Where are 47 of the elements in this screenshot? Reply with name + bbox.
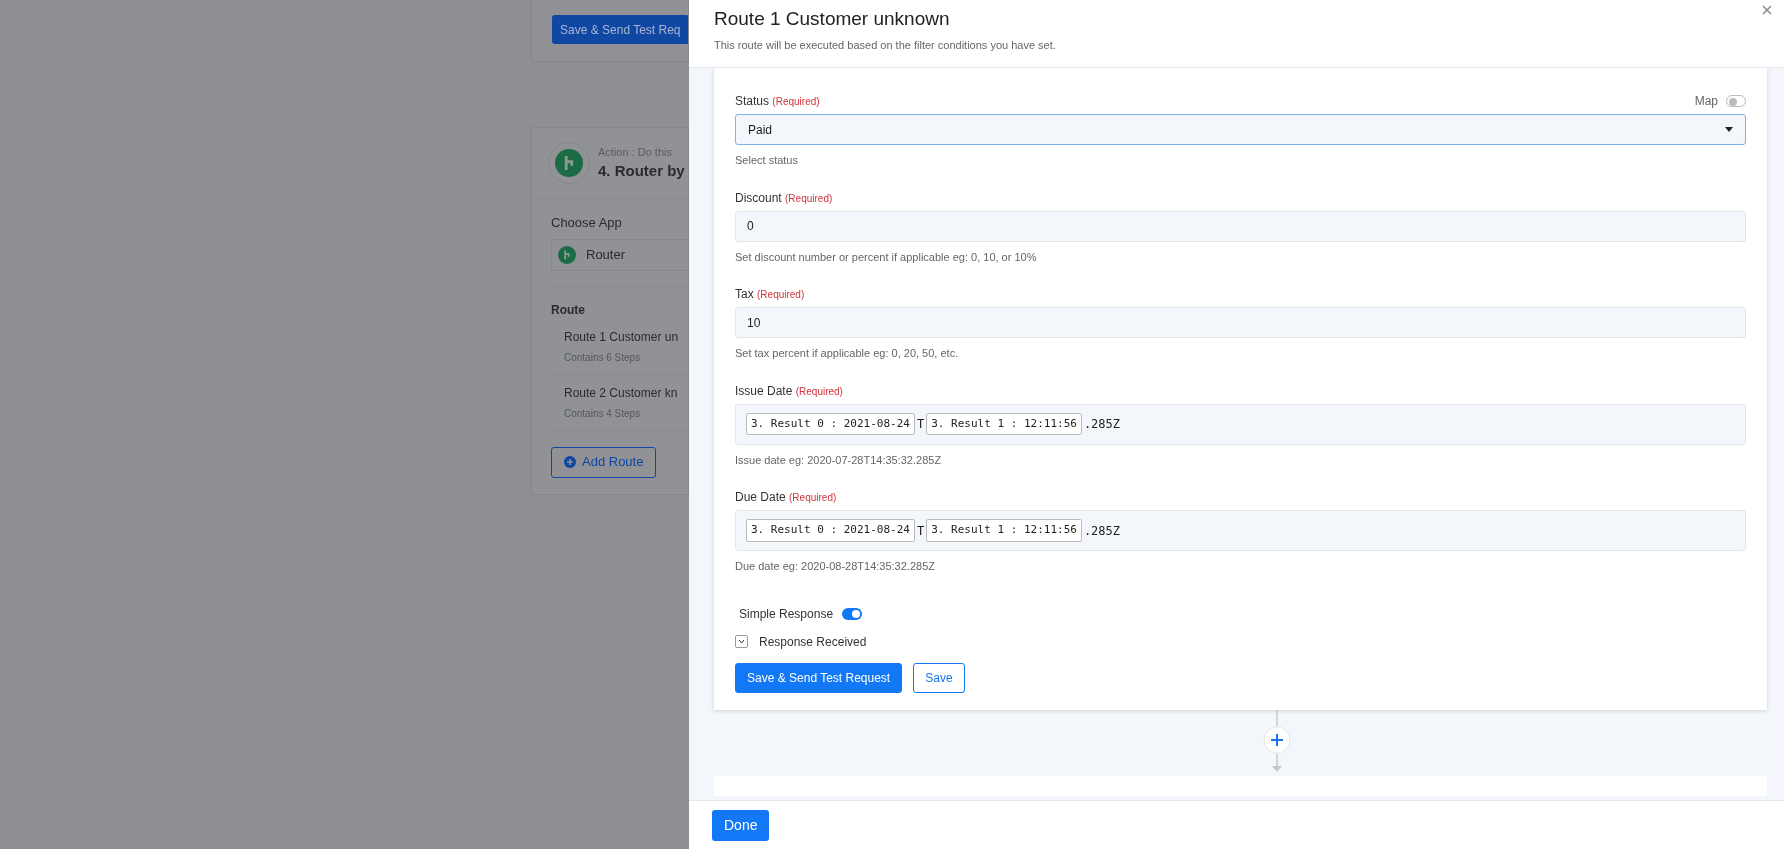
field-hint: Select status [735, 153, 799, 168]
simple-response-label: Simple Response [739, 605, 834, 623]
field-label: Discount (Required) [735, 189, 833, 207]
field-text: T [916, 416, 925, 433]
toggle-switch[interactable] [842, 607, 863, 620]
data-token[interactable]: 3. Result 0 : 2021-08-24 [746, 519, 915, 542]
done-button[interactable]: Done [712, 809, 770, 841]
route-item[interactable]: Route 2 Customer kn Contains 4 Steps [551, 373, 688, 430]
input-field[interactable]: 3. Result 0 : 2021-08-24 T 3. Result 1 : 12:11:56 .285Z [735, 403, 1746, 445]
expand-toggle[interactable] [735, 635, 748, 648]
field-hint: Due date eg: 2020-08-28T14:35:32.285Z [735, 559, 936, 574]
field-label: Issue Date (Required) [735, 382, 843, 400]
router-icon [558, 245, 576, 264]
field-text: .285Z [1083, 522, 1120, 540]
save-send-test-button[interactable]: Save & Send Test Req [552, 15, 688, 44]
field-hint: Set tax percent if applicable eg: 0, 20, 50, etc. [735, 346, 960, 361]
app-select[interactable]: Router [551, 238, 688, 271]
toggle-switch[interactable] [1726, 95, 1746, 107]
data-token[interactable]: 3. Result 1 : 12:11:56 [926, 519, 1082, 542]
field-hint: Set discount number or percent if applicable eg: 0, 10, or 10% [735, 249, 1038, 265]
save-button[interactable]: Save [913, 662, 965, 693]
response-received-label: Response Received [759, 633, 867, 651]
close-icon[interactable] [1762, 5, 1772, 15]
app-name: Router [586, 245, 626, 264]
field-text: T [916, 522, 925, 540]
modal-subtitle: This route will be executed based on the filter conditions you have set. [714, 37, 1056, 53]
input-field[interactable]: 3. Result 0 : 2021-08-24 T 3. Result 1 : 12:11:56 .285Z [735, 510, 1746, 551]
modal-title: Route 1 Customer unknown [714, 7, 951, 31]
data-token[interactable]: 3. Result 0 : 2021-08-24 [746, 412, 915, 436]
route-heading: Route [551, 301, 586, 319]
save-send-test-button[interactable]: Save & Send Test Request [735, 662, 903, 693]
map-label: Map [1694, 93, 1718, 110]
field-label: Tax (Required) [735, 286, 805, 303]
field-text: .285Z [1083, 416, 1120, 433]
input-field[interactable]: 0 [735, 210, 1746, 242]
caret-icon [1725, 127, 1733, 132]
field-label: Status (Required) [735, 93, 820, 110]
status-select[interactable]: Paid [735, 114, 1746, 145]
choose-app-label: Choose App [551, 214, 623, 232]
field-label: Due Date (Required) [735, 489, 837, 506]
router-icon [555, 149, 583, 177]
plus-circle-icon [564, 456, 576, 468]
data-token[interactable]: 3. Result 1 : 12:11:56 [926, 412, 1082, 436]
step-title: 4. Router by [598, 161, 685, 181]
chevron-down-icon [738, 639, 745, 644]
field-hint: Issue date eg: 2020-07-28T14:35:32.285Z [735, 452, 943, 468]
input-field[interactable]: 10 [735, 307, 1746, 338]
